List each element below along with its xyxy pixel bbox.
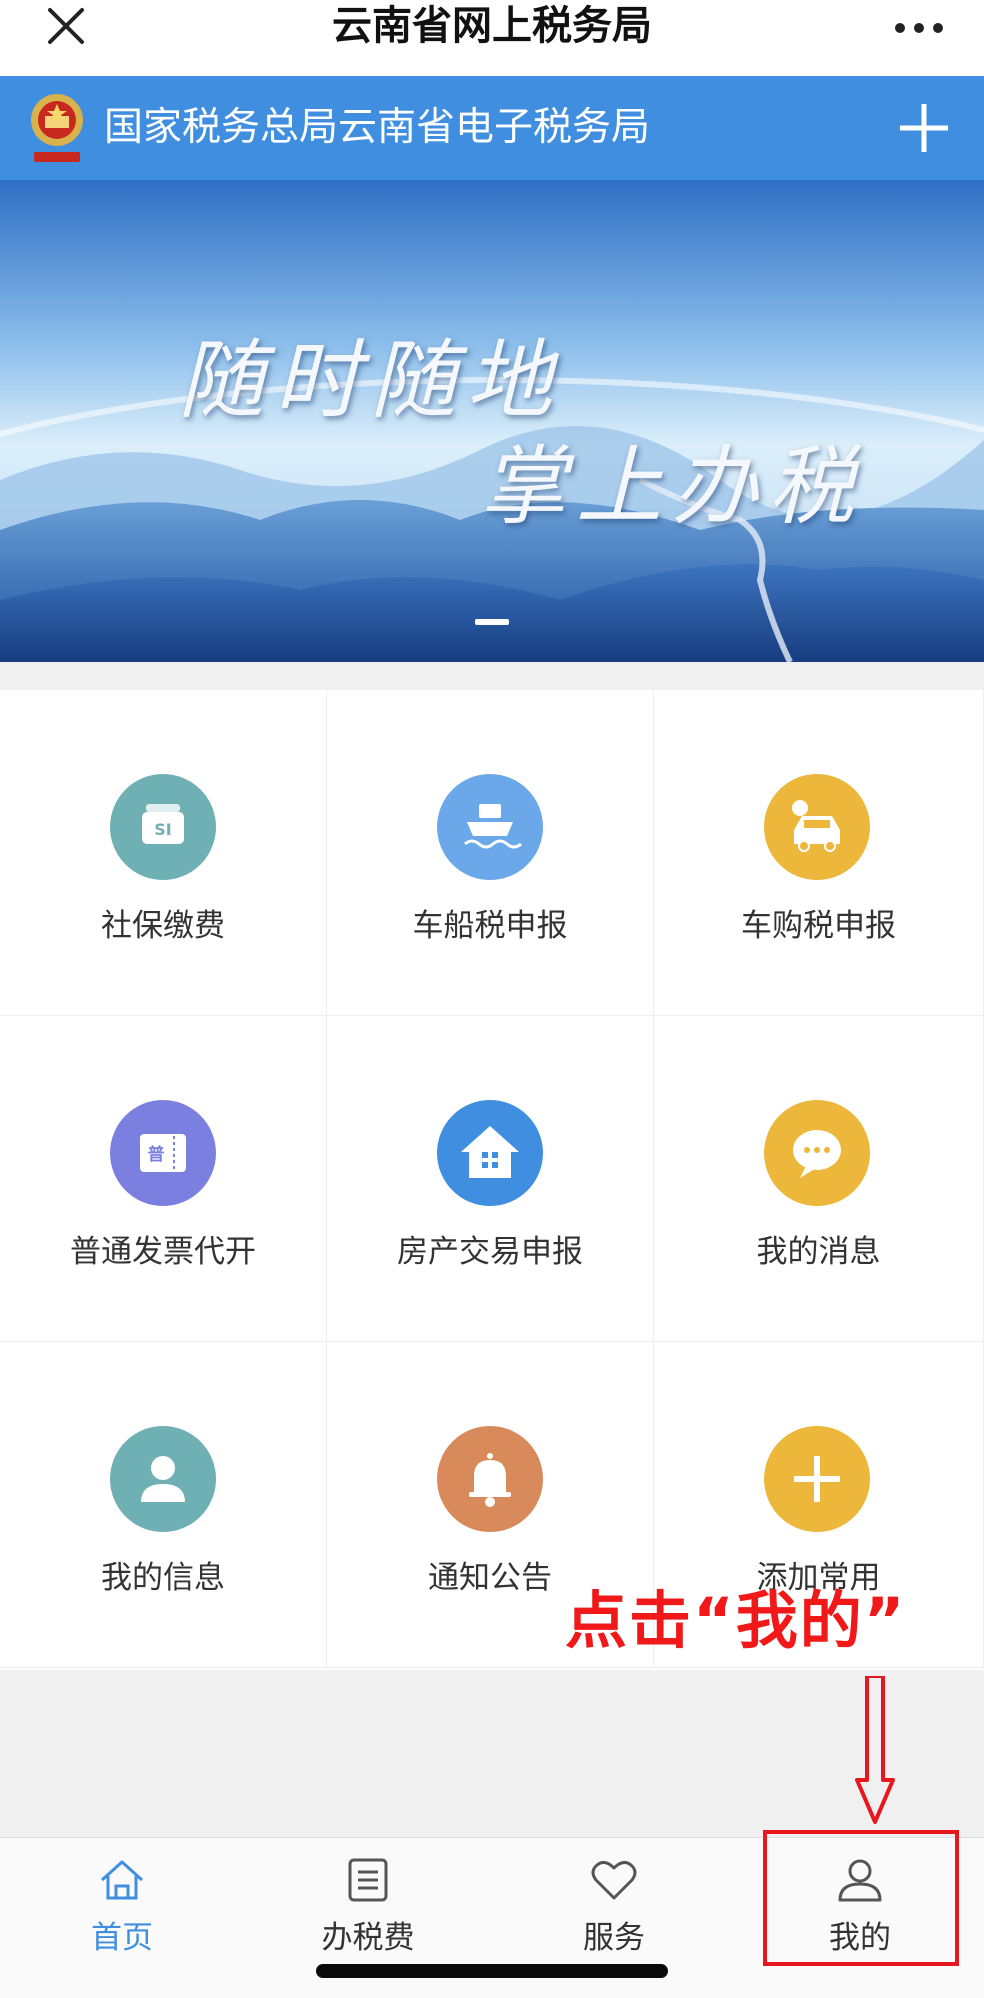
home-indicator[interactable] (316, 1964, 668, 1978)
svg-text:SI: SI (154, 820, 171, 839)
heart-icon (591, 1861, 637, 1900)
grid-item-label: 社保缴费 (101, 908, 225, 944)
svg-text:普: 普 (148, 1144, 165, 1165)
tab-home[interactable]: 首页 (22, 1838, 222, 1958)
grid-item-label: 普通发票代开 (70, 1234, 256, 1270)
tax-emblem-logo (31, 94, 83, 162)
grid-item-my-info[interactable]: 我的信息 (0, 1342, 327, 1668)
grid-item-label: 房产交易申报 (397, 1234, 583, 1270)
list-icon (348, 1858, 388, 1902)
grid-item-label: 我的消息 (756, 1234, 881, 1270)
tab-tax-fees[interactable]: 办税费 (268, 1838, 468, 1958)
instruction-annotation: 点击“我的” (565, 1584, 907, 1657)
brand-name: 国家税务总局云南省电子税务局 (104, 105, 651, 150)
home-icon (100, 1860, 144, 1900)
grid-item-social-insurance[interactable]: SI 社保缴费 (0, 690, 327, 1016)
promo-banner[interactable]: 随时随地 掌上办税 (0, 180, 984, 662)
add-icon[interactable] (898, 102, 950, 154)
bell-icon (437, 1426, 543, 1532)
user-icon (110, 1426, 216, 1532)
tab-label: 首页 (91, 1920, 153, 1956)
ship-icon (437, 774, 543, 880)
invoice-ticket-icon: 普 (110, 1100, 216, 1206)
tab-service[interactable]: 服务 (514, 1838, 714, 1958)
tab-label: 办税费 (321, 1920, 415, 1956)
grid-item-general-invoice[interactable]: 普 普通发票代开 (0, 1016, 327, 1342)
plus-icon (764, 1426, 870, 1532)
grid-item-my-messages[interactable]: 我的消息 (654, 1016, 984, 1342)
grid-item-label: 车购税申报 (741, 908, 896, 944)
tab-label: 服务 (583, 1920, 645, 1956)
down-arrow-icon (855, 1676, 895, 1824)
social-security-card-icon: SI (110, 774, 216, 880)
more-options-icon[interactable] (894, 22, 944, 34)
page-title: 云南省网上税务局 (332, 3, 652, 49)
grid-item-label: 车船税申报 (412, 908, 568, 944)
car-icon (764, 774, 870, 880)
chat-bubble-icon (764, 1100, 870, 1206)
grid-item-vehicle-vessel-tax[interactable]: 车船税申报 (327, 690, 654, 1016)
grid-item-vehicle-purchase-tax[interactable]: 车购税申报 (654, 690, 984, 1016)
grid-item-label: 我的信息 (101, 1560, 225, 1596)
grid-item-property-transaction[interactable]: 房产交易申报 (327, 1016, 654, 1342)
function-grid: SI 社保缴费 车船税申报 车购税申报 普 普通发票代开 房产交易申报 我的消息… (0, 690, 984, 1670)
banner-slogan-line2: 掌上办税 (480, 437, 864, 537)
highlight-box-mine-tab (763, 1830, 959, 1966)
carousel-indicator[interactable] (475, 619, 509, 625)
house-icon (437, 1100, 543, 1206)
top-nav-bar: 云南省网上税务局 (0, 0, 984, 76)
brand-header: 国家税务总局云南省电子税务局 (0, 76, 984, 180)
